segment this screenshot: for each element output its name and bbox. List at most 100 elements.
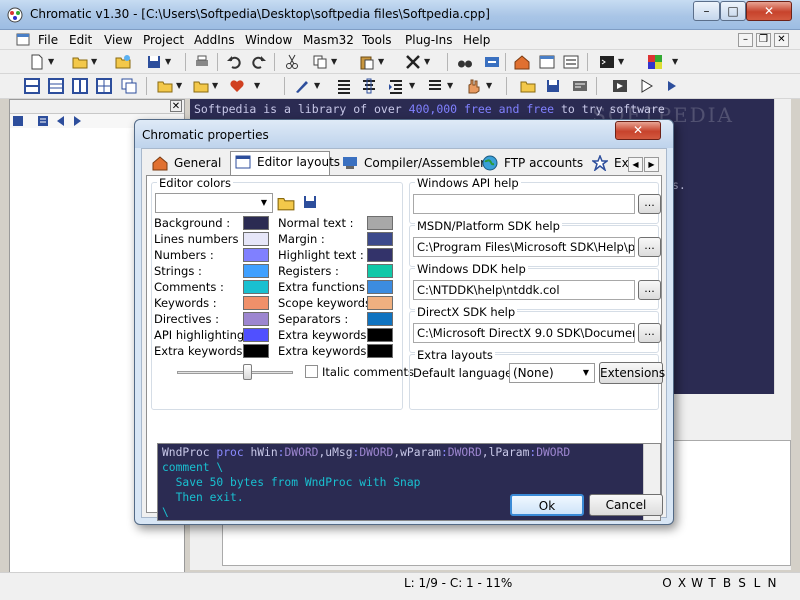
ddk-browse-button[interactable]: ... [638, 280, 661, 300]
editor-vertical-scrollbar[interactable] [774, 99, 791, 394]
tab-ftp-accounts[interactable]: FTP accounts [478, 153, 583, 175]
menu-plugins[interactable]: Plug-Ins [405, 33, 453, 47]
save-scheme-icon[interactable] [302, 194, 318, 210]
project-home-icon[interactable] [514, 54, 530, 70]
delete-icon[interactable] [405, 54, 421, 70]
layout-dropdown-icon[interactable]: ▼ [672, 57, 678, 66]
margin-color-swatch[interactable] [367, 232, 393, 246]
ddk-help-field[interactable]: C:\NTDDK\help\ntddk.col [413, 280, 635, 300]
save-dropdown-icon[interactable]: ▼ [165, 57, 171, 66]
redo-icon[interactable] [251, 54, 267, 70]
run-icon[interactable] [638, 78, 654, 94]
window-titlebar[interactable]: Chromatic v1.30 - [C:\Users\Softpedia\De… [0, 0, 800, 30]
background-color-swatch[interactable] [243, 216, 269, 230]
replace-icon[interactable] [484, 54, 500, 70]
mdi-restore-button[interactable]: ❐ [756, 33, 771, 47]
default-language-combo[interactable]: (None) ▼ [509, 363, 595, 383]
msdn-help-field[interactable]: C:\Program Files\Microsoft SDK\Help\plat… [413, 237, 635, 257]
menu-help[interactable]: Help [463, 33, 490, 47]
dialog-close-button[interactable]: ✕ [615, 121, 661, 140]
menu-addins[interactable]: AddIns [194, 33, 235, 47]
paste-icon[interactable] [359, 54, 375, 70]
api-highlighting-color-swatch[interactable] [243, 328, 269, 342]
folder-open-icon[interactable] [193, 78, 209, 94]
open-project-icon[interactable] [115, 54, 131, 70]
hand-dropdown-icon[interactable]: ▼ [486, 81, 492, 90]
registers-color-swatch[interactable] [367, 264, 393, 278]
highlight-text-color-swatch[interactable] [367, 248, 393, 262]
panel-file-icon[interactable] [13, 116, 23, 126]
menu-window[interactable]: Window [245, 33, 292, 47]
windows-api-help-field[interactable] [413, 194, 635, 214]
panel-prev-icon[interactable] [56, 116, 66, 126]
cut-icon[interactable] [284, 54, 300, 70]
comment-dropdown-icon[interactable]: ▼ [447, 81, 453, 90]
split-rows-icon[interactable] [48, 78, 64, 94]
compile-icon[interactable] [572, 78, 588, 94]
extra-keywords-color-swatch[interactable] [367, 344, 393, 358]
new-dropdown-icon[interactable]: ▼ [48, 57, 54, 66]
console-dropdown-icon[interactable]: ▼ [618, 57, 624, 66]
window-list-icon[interactable] [539, 54, 555, 70]
separators-color-swatch[interactable] [367, 312, 393, 326]
font-size-slider-track[interactable] [177, 371, 293, 374]
open-folder-icon[interactable] [72, 54, 88, 70]
folder-dropdown-icon[interactable]: ▼ [176, 81, 182, 90]
folder-open-dropdown-icon[interactable]: ▼ [212, 81, 218, 90]
comments-color-swatch[interactable] [243, 280, 269, 294]
tile-icon[interactable] [96, 78, 112, 94]
extensions-button[interactable]: Extensions [599, 362, 665, 384]
save-icon[interactable] [146, 54, 162, 70]
save-all-icon[interactable] [545, 78, 561, 94]
minimize-button[interactable]: – [693, 1, 720, 21]
debug-icon[interactable] [663, 78, 679, 94]
code-preview[interactable]: WndProc proc hWin:DWORD,uMsg:DWORD,wPara… [157, 443, 661, 521]
format-icon[interactable] [361, 78, 377, 94]
directx-browse-button[interactable]: ... [638, 323, 661, 343]
menu-view[interactable]: View [104, 33, 132, 47]
windows-api-browse-button[interactable]: ... [638, 194, 661, 214]
pen-dropdown-icon[interactable]: ▼ [314, 81, 320, 90]
menu-tools[interactable]: Tools [362, 33, 392, 47]
directives-color-swatch[interactable] [243, 312, 269, 326]
build-folder-icon[interactable] [520, 78, 536, 94]
copy-icon[interactable] [312, 54, 328, 70]
new-file-icon[interactable] [29, 54, 45, 70]
delete-dropdown-icon[interactable]: ▼ [424, 57, 430, 66]
panel-list-icon[interactable] [38, 116, 48, 126]
align-lines-icon[interactable] [336, 78, 352, 94]
panel-close-icon[interactable]: ✕ [170, 100, 182, 112]
numbers-color-swatch[interactable] [243, 248, 269, 262]
italic-comments-checkbox[interactable] [305, 365, 318, 378]
undo-icon[interactable] [226, 54, 242, 70]
paste-dropdown-icon[interactable]: ▼ [378, 57, 384, 66]
pen-icon[interactable] [294, 78, 310, 94]
indent-icon[interactable] [388, 78, 404, 94]
comment-block-icon[interactable] [427, 78, 443, 94]
ok-button[interactable]: Ok [510, 494, 584, 516]
menu-file[interactable]: File [38, 33, 58, 47]
msdn-browse-button[interactable]: ... [638, 237, 661, 257]
keywords-color-swatch[interactable] [243, 296, 269, 310]
tab-editor-layouts[interactable]: Editor layouts [230, 151, 340, 176]
tab-compiler-assembler[interactable]: Compiler/Assembler [338, 153, 485, 175]
strings-color-swatch[interactable] [243, 264, 269, 278]
tab-general[interactable]: General [148, 153, 221, 175]
console-icon[interactable] [599, 54, 615, 70]
tab-scroll-left-button[interactable]: ◀ [628, 157, 643, 172]
close-window-button[interactable]: ✕ [746, 1, 792, 21]
indent-dropdown-icon[interactable]: ▼ [409, 81, 415, 90]
favorites-heart-icon[interactable] [229, 78, 245, 94]
open-dropdown-icon[interactable]: ▼ [91, 57, 97, 66]
menu-edit[interactable]: Edit [69, 33, 92, 47]
extra-keywords-color-swatch[interactable] [367, 328, 393, 342]
menu-project[interactable]: Project [143, 33, 184, 47]
hand-icon[interactable] [465, 78, 481, 94]
folder-icon[interactable] [157, 78, 173, 94]
color-scheme-combo[interactable]: ▼ [155, 193, 273, 213]
mdi-minimize-button[interactable]: – [738, 33, 753, 47]
split-horizontal-icon[interactable] [24, 78, 40, 94]
find-binoculars-icon[interactable] [457, 54, 473, 70]
tab-extensions[interactable]: Ext [588, 153, 632, 175]
tab-scroll-right-button[interactable]: ▶ [644, 157, 659, 172]
